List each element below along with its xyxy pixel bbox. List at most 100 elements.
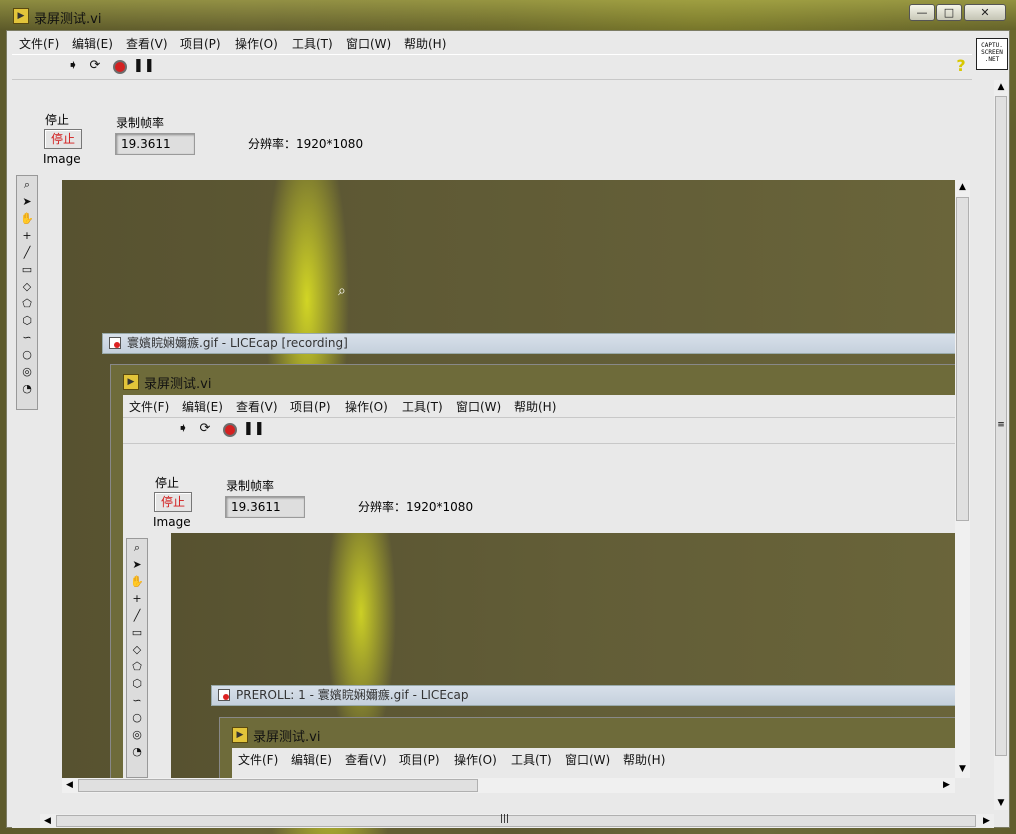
pointer-icon[interactable]: ➤: [18, 194, 36, 210]
window-vertical-grip-icon: ≡: [997, 420, 1005, 430]
logo-line-1: CAPTU.: [981, 42, 1003, 49]
annulus-icon[interactable]: ◎: [18, 364, 36, 380]
window-horizontal-grip-icon: |||: [500, 814, 510, 824]
nested-abort-icon: [223, 423, 237, 437]
nested-tool-palette: ⌕ ➤ ✋ + ╱ ▭ ◇ ⬠ ⬡ ∽ ○ ◎ ◔: [126, 538, 148, 778]
run-arrow-icon[interactable]: ➧: [65, 58, 81, 74]
nested-stop-button: 停止: [154, 492, 192, 512]
window-horizontal-scrollbar[interactable]: ◀ ||| ▶: [40, 814, 994, 828]
nested-pan-hand-icon: ✋: [130, 575, 144, 588]
stop-label: 停止: [45, 113, 70, 127]
nested-freehand-icon: ∽: [132, 694, 142, 707]
broken-annulus-icon[interactable]: ◔: [18, 381, 36, 397]
pause-icon[interactable]: ❚❚: [133, 58, 155, 74]
nested2-menu-view: 查看(V): [345, 753, 387, 767]
vertical-scroll-thumb[interactable]: [956, 197, 969, 521]
zoom-icon[interactable]: ⌕: [18, 177, 36, 193]
nested-divider-2: [123, 443, 955, 444]
run-continuously-icon[interactable]: ⟳: [87, 58, 103, 74]
pan-hand-icon[interactable]: ✋: [18, 211, 36, 227]
nested-line-icon: ╱: [133, 609, 141, 622]
fps-label: 录制帧率: [116, 116, 165, 130]
captureScreen-logo: CAPTU. SCREEN .NET: [976, 38, 1008, 70]
line-icon[interactable]: ╱: [18, 245, 36, 261]
nested-polygon-icon: ⬠: [132, 660, 142, 673]
nested-menu-tools: 工具(T): [402, 400, 443, 414]
menu-file[interactable]: 文件(F): [19, 35, 59, 52]
nested-crosshair-icon: +: [132, 592, 142, 605]
nested-window-2: ▶ 录屏测试.vi 文件(F) 编辑(E) 查看(V) 项目(P) 操作(O) …: [219, 717, 955, 778]
menu-operate[interactable]: 操作(O): [235, 35, 278, 52]
nested-resolution-text: 分辨率：1920*1080: [358, 500, 474, 514]
nested2-menu-edit: 编辑(E): [291, 753, 332, 767]
close-button[interactable]: ✕: [964, 4, 1006, 21]
scroll-down-button[interactable]: ▼: [955, 762, 970, 777]
licecap-titlebar[interactable]: 寰嬪睆娴嬭瘯.gif - LICEcap [recording]: [102, 333, 955, 354]
window-title: 录屏测试.vi: [34, 12, 102, 27]
labview-vi-icon: ▶: [232, 727, 248, 743]
rotated-rectangle-icon[interactable]: ◇: [18, 279, 36, 295]
window-vertical-scrollbar[interactable]: ▲ ≡ ▼: [994, 80, 1008, 810]
logo-line-2: SCREEN: [981, 49, 1003, 56]
nested-stop-label: 停止: [155, 476, 180, 490]
minimize-button[interactable]: —: [909, 4, 935, 21]
scroll-left-button[interactable]: ◀: [62, 778, 77, 793]
nested-window-title: 录屏测试.vi: [144, 377, 212, 392]
nested-menu-project: 项目(P): [290, 400, 331, 414]
polygon-icon[interactable]: ⬠: [18, 296, 36, 312]
nested-window-1: ▶ 录屏测试.vi 文件(F) 编辑(E) 查看(V) 项目(P) 操作(O) …: [110, 364, 955, 778]
nested-menu-view: 查看(V): [236, 400, 278, 414]
nested2-menu-file: 文件(F): [238, 753, 279, 767]
nested2-menu-project: 项目(P): [399, 753, 440, 767]
window-scroll-down-button[interactable]: ▼: [994, 796, 1008, 811]
logo-line-3: .NET: [984, 56, 1000, 63]
licecap-icon: [109, 337, 121, 349]
nested-fps-label: 录制帧率: [226, 479, 275, 493]
nested2-menu-operate: 操作(O): [454, 753, 497, 767]
nested-image-label: Image: [153, 515, 191, 529]
window-scroll-left-button[interactable]: ◀: [40, 814, 55, 828]
menu-edit[interactable]: 编辑(E): [72, 35, 113, 52]
labview-vi-icon: ▶: [13, 8, 29, 24]
rectangle-icon[interactable]: ▭: [18, 262, 36, 278]
nested2-menu-window: 窗口(W): [565, 753, 611, 767]
image-horizontal-scrollbar[interactable]: ◀ ▶: [62, 778, 955, 793]
image-tool-palette: ⌕ ➤ ✋ + ╱ ▭ ◇ ⬠ ⬡ ∽ ○ ◎ ◔: [16, 175, 38, 410]
menu-window[interactable]: 窗口(W): [346, 35, 391, 52]
image-display[interactable]: ⌕ 寰嬪睆娴嬭瘯.gif - LICEcap [recording] ▶ 录屏测…: [62, 180, 955, 778]
freehand-icon[interactable]: ∽: [18, 330, 36, 346]
window-horizontal-thumb[interactable]: [56, 815, 976, 827]
scroll-right-button[interactable]: ▶: [939, 778, 954, 793]
menu-view[interactable]: 查看(V): [126, 35, 168, 52]
horizontal-scroll-thumb[interactable]: [78, 779, 478, 792]
oval-icon[interactable]: ○: [18, 347, 36, 363]
nested-polyline-icon: ⬡: [132, 677, 142, 690]
nested-licecap-title: PREROLL: 1 - 寰嬪睆娴嬭瘯.gif - LICEcap: [236, 688, 469, 702]
nested-licecap-icon: [218, 689, 230, 701]
maximize-button[interactable]: □: [936, 4, 962, 21]
help-icon[interactable]: ?: [953, 58, 969, 74]
nested2-menu-tools: 工具(T): [511, 753, 552, 767]
polyline-icon[interactable]: ⬡: [18, 313, 36, 329]
menu-bar: 文件(F) 编辑(E) 查看(V) 项目(P) 操作(O) 工具(T) 窗口(W…: [12, 33, 972, 53]
menu-tools[interactable]: 工具(T): [292, 35, 333, 52]
nested-pause-icon: ❚❚: [243, 421, 265, 436]
menu-help[interactable]: 帮助(H): [404, 35, 446, 52]
point-crosshair-icon[interactable]: +: [18, 228, 36, 244]
nested-window-2-panel: 文件(F) 编辑(E) 查看(V) 项目(P) 操作(O) 工具(T) 窗口(W…: [232, 748, 955, 778]
nested-fps-indicator: 19.3611: [225, 496, 305, 518]
window-scroll-up-button[interactable]: ▲: [994, 80, 1008, 95]
title-bar[interactable]: ▶ 录屏测试.vi — □ ✕: [0, 0, 1016, 30]
nested-panel: 文件(F) 编辑(E) 查看(V) 项目(P) 操作(O) 工具(T) 窗口(W…: [123, 395, 955, 778]
zoom-cursor-icon: ⌕: [338, 283, 346, 299]
nested-menu-edit: 编辑(E): [182, 400, 223, 414]
abort-record-icon[interactable]: [113, 60, 127, 74]
nested-licecap-titlebar: PREROLL: 1 - 寰嬪睆娴嬭瘯.gif - LICEcap: [211, 685, 955, 706]
window-scroll-right-button[interactable]: ▶: [979, 814, 994, 828]
nested-rectangle-icon: ▭: [131, 626, 143, 639]
scroll-up-button[interactable]: ▲: [955, 180, 970, 195]
image-vertical-scrollbar[interactable]: ▲ ▼: [955, 180, 970, 778]
nested-menu-operate: 操作(O): [345, 400, 388, 414]
stop-button[interactable]: 停止: [44, 129, 82, 149]
menu-project[interactable]: 项目(P): [180, 35, 221, 52]
